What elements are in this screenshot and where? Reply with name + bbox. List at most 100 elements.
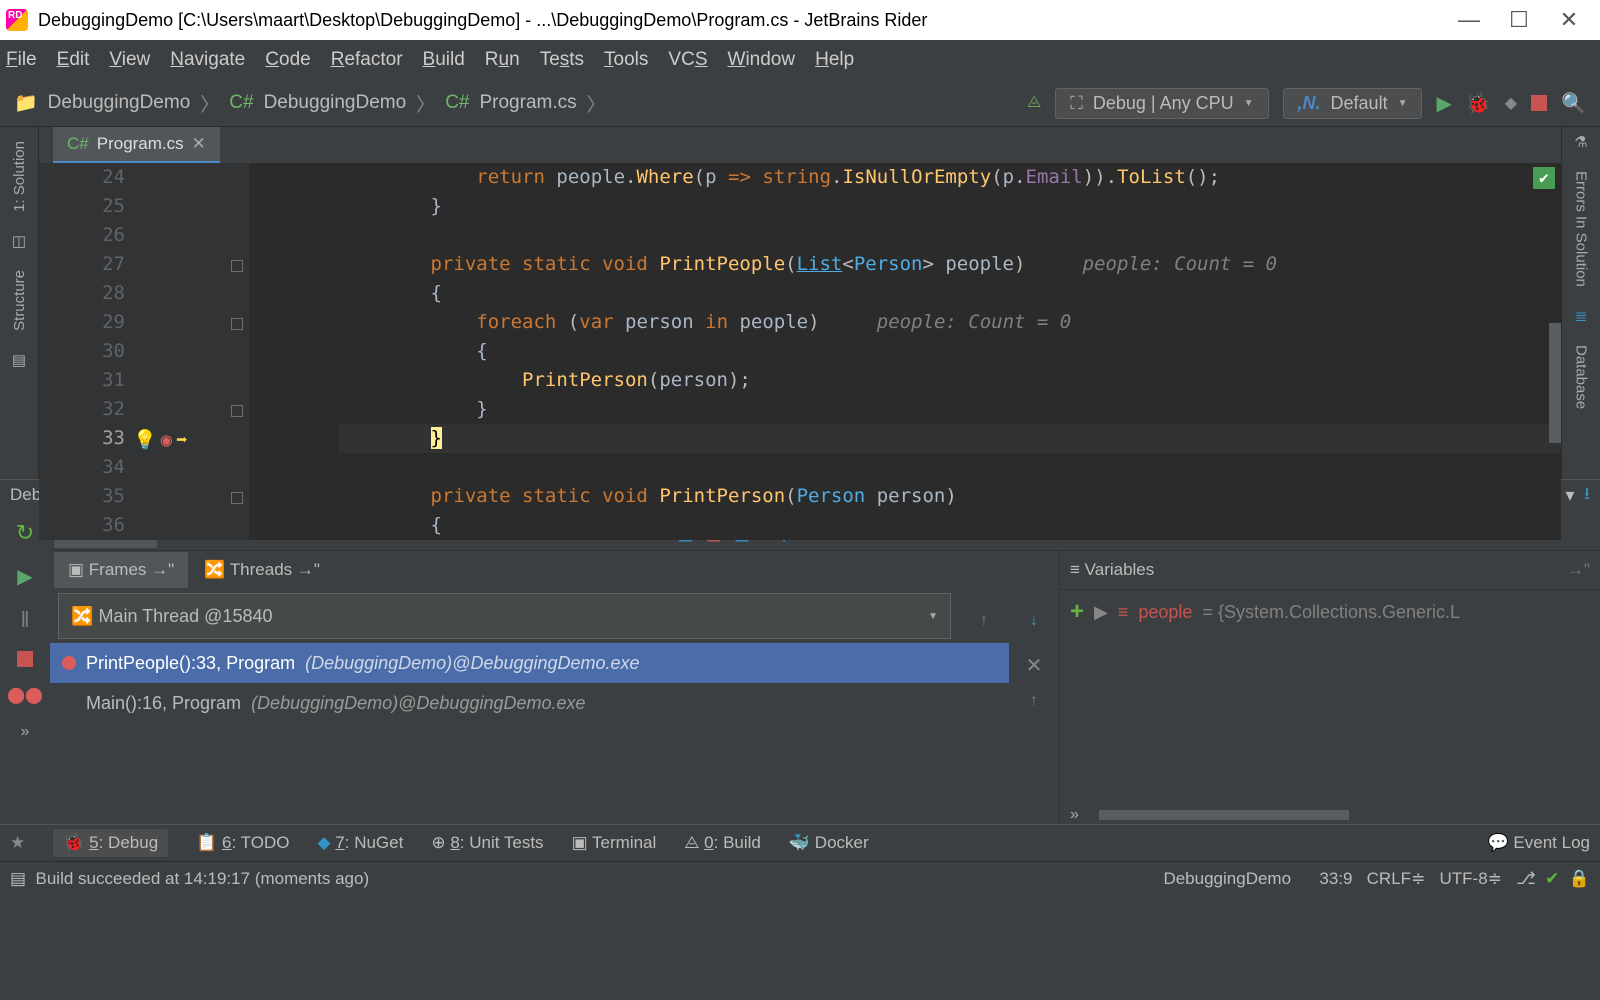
- run-button[interactable]: ▶: [1436, 91, 1451, 116]
- status-context[interactable]: DebuggingDemo: [1163, 869, 1291, 889]
- app-logo-icon: [6, 9, 28, 31]
- sidebar-item-structure[interactable]: Structure: [7, 256, 32, 345]
- folder-icon: 📁: [14, 91, 38, 115]
- more-icon[interactable]: »: [21, 723, 30, 741]
- menu-window[interactable]: Window: [728, 49, 796, 71]
- menu-refactor[interactable]: Refactor: [331, 49, 403, 71]
- download-icon[interactable]: ⭳: [1584, 481, 1590, 510]
- tool-build[interactable]: ⨺ 0: Build: [684, 833, 761, 853]
- sidebar-item-solution[interactable]: 1: Solution: [7, 127, 32, 226]
- variables-header: Variables: [1085, 560, 1155, 580]
- lightbulb-icon[interactable]: 💡: [133, 426, 157, 455]
- menu-help[interactable]: Help: [815, 49, 854, 71]
- add-watch-icon[interactable]: +: [1070, 598, 1084, 626]
- menubar: File Edit View Navigate Code Refactor Bu…: [0, 40, 1600, 80]
- build-config-select[interactable]: ⛶ Debug | Any CPU ▼: [1055, 88, 1268, 119]
- delete-frame-icon[interactable]: ✕: [1026, 653, 1043, 678]
- tool-docker[interactable]: 🐳 Docker: [789, 833, 869, 853]
- right-tool-strip: ⚗ Errors In Solution ≣ Database: [1561, 127, 1600, 479]
- menu-edit[interactable]: Edit: [57, 49, 90, 71]
- debug-side-controls: ↻ ▶ ‖ ⬤⬤ »: [0, 510, 50, 824]
- run-target-select[interactable]: ,N. Default ▼: [1283, 88, 1423, 119]
- build-icon[interactable]: ⨺: [1027, 94, 1041, 112]
- rerun-icon[interactable]: ↻: [16, 520, 34, 546]
- subtab-frames[interactable]: ▣ Frames →": [54, 552, 188, 588]
- stop-button[interactable]: [1531, 95, 1547, 111]
- tool-terminal[interactable]: ▣ Terminal: [572, 833, 657, 853]
- tool-nuget[interactable]: ◆ 7: NuGet: [317, 833, 403, 853]
- scrollbar[interactable]: [1549, 323, 1561, 443]
- tool-unit-tests[interactable]: ⊕ 8: Unit Tests: [431, 833, 543, 853]
- inspection-ok-icon[interactable]: ✔: [1533, 167, 1555, 189]
- search-icon[interactable]: 🔍: [1561, 91, 1586, 116]
- solution-icon: ◫: [6, 226, 32, 256]
- more-vars-icon[interactable]: »: [1070, 806, 1079, 824]
- field-icon: ≡: [1118, 602, 1129, 623]
- frame-up-icon[interactable]: ↑: [980, 612, 988, 630]
- menu-vcs[interactable]: VCS: [668, 49, 707, 71]
- expand-icon[interactable]: ▶: [1094, 602, 1108, 623]
- menu-build[interactable]: Build: [423, 49, 465, 71]
- coverage-icon[interactable]: ◆: [1505, 93, 1517, 113]
- h-scrollbar[interactable]: [1099, 810, 1349, 820]
- encoding[interactable]: UTF-8≑: [1439, 869, 1501, 889]
- minimize-button[interactable]: —: [1444, 7, 1494, 33]
- stack-frame-row[interactable]: PrintPeople():33, Program (DebuggingDemo…: [50, 643, 1009, 683]
- debug-button[interactable]: 🐞: [1466, 91, 1491, 116]
- editor-tab-program[interactable]: C# Program.cs ✕: [53, 127, 220, 163]
- build-config-label: Debug | Any CPU: [1093, 93, 1234, 114]
- breadcrumb-project[interactable]: DebuggingDemo: [264, 92, 407, 114]
- breadcrumbs: 📁 DebuggingDemo 〉 C# DebuggingDemo 〉 C# …: [14, 90, 606, 117]
- maximize-button[interactable]: ☐: [1494, 7, 1544, 33]
- pin-icon[interactable]: →": [1567, 560, 1590, 580]
- code-lines[interactable]: return people.Where(p => string.IsNullOr…: [249, 163, 1561, 540]
- breakpoint-check-icon[interactable]: ◉: [161, 426, 172, 455]
- menu-run[interactable]: Run: [485, 49, 520, 71]
- stack-frame-row[interactable]: Main():16, Program (DebuggingDemo)@Debug…: [50, 683, 1009, 723]
- menu-file[interactable]: File: [6, 49, 37, 71]
- menu-tools[interactable]: Tools: [604, 49, 648, 71]
- flask-icon: ⚗: [1568, 127, 1593, 157]
- tool-todo[interactable]: 📋 6: TODO: [196, 833, 289, 853]
- status-message: Build succeeded at 14:19:17 (moments ago…: [36, 869, 370, 889]
- variables-panel: ≡ Variables →" + ▶ ≡ people = {System.Co…: [1060, 551, 1600, 824]
- var-value: = {System.Collections.Generic.L: [1202, 602, 1460, 623]
- main-area: 1: Solution ◫ Structure ▤ C# Program.cs …: [0, 127, 1600, 479]
- frame-down-icon[interactable]: ↓: [1030, 612, 1038, 630]
- close-tab-icon[interactable]: ✕: [192, 134, 206, 154]
- subtab-threads[interactable]: 🔀 Threads →": [190, 552, 334, 588]
- breadcrumb-solution[interactable]: DebuggingDemo: [48, 92, 191, 114]
- execution-arrow-icon: ➡: [176, 426, 187, 455]
- star-icon[interactable]: ★: [10, 833, 25, 853]
- titlebar: DebuggingDemo [C:\Users\maart\Desktop\De…: [0, 0, 1600, 40]
- menu-navigate[interactable]: Navigate: [170, 49, 245, 71]
- status-bar: ▤ Build succeeded at 14:19:17 (moments a…: [0, 861, 1600, 896]
- database-icon: ≣: [1569, 301, 1594, 331]
- event-log[interactable]: 💬 Event Log: [1488, 833, 1590, 853]
- csproj-icon: C#: [229, 92, 253, 114]
- lock-icon[interactable]: 🔒: [1569, 869, 1590, 889]
- csharp-file-icon: C#: [445, 92, 469, 114]
- line-separator[interactable]: CRLF≑: [1367, 869, 1426, 889]
- sidebar-item-errors[interactable]: Errors In Solution: [1569, 157, 1594, 301]
- window-title: DebuggingDemo [C:\Users\maart\Desktop\De…: [38, 10, 927, 31]
- menu-view[interactable]: View: [109, 49, 150, 71]
- list-icon: ≡: [1070, 560, 1080, 580]
- resume-button[interactable]: ▶: [17, 564, 32, 589]
- frame-nav-up-icon[interactable]: ↑: [1030, 692, 1038, 710]
- caret-position[interactable]: 33:9: [1319, 869, 1352, 889]
- pause-button[interactable]: ‖: [20, 607, 29, 633]
- editor-tabs: C# Program.cs ✕: [39, 127, 1561, 163]
- git-icon[interactable]: ⎇: [1516, 869, 1536, 889]
- code-area[interactable]: 24252627282930313233343536 💡 ◉ ➡ return …: [39, 163, 1561, 540]
- menu-tests[interactable]: Tests: [540, 49, 584, 71]
- breakpoints-icon[interactable]: ⬤⬤: [7, 685, 43, 705]
- breadcrumb-file[interactable]: Program.cs: [479, 92, 576, 114]
- ok-check-icon[interactable]: ✔: [1545, 869, 1559, 889]
- stop-debug-button[interactable]: [17, 651, 33, 667]
- tool-debug[interactable]: 🐞 5: Debug: [53, 829, 168, 857]
- thread-select[interactable]: 🔀 Main Thread @15840 ▼: [58, 593, 951, 639]
- sidebar-item-database[interactable]: Database: [1569, 331, 1594, 423]
- close-button[interactable]: ✕: [1544, 7, 1594, 33]
- menu-code[interactable]: Code: [265, 49, 310, 71]
